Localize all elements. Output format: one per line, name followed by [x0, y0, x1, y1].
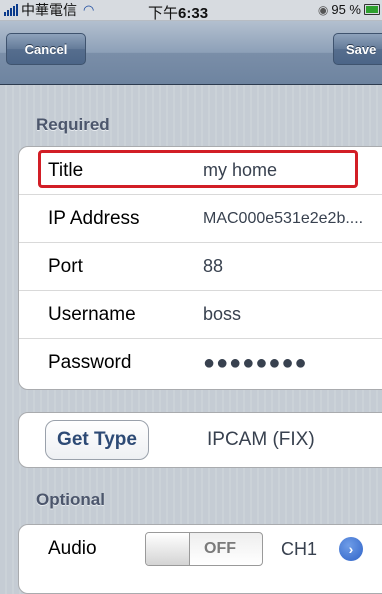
username-label: Username	[48, 303, 136, 325]
clock-icon: ◉	[317, 2, 329, 17]
title-row[interactable]: Title my home	[19, 147, 382, 195]
carrier-name: 中華電信	[21, 2, 77, 18]
title-field[interactable]: my home	[203, 160, 277, 181]
toggle-knob[interactable]	[146, 533, 190, 565]
optional-section-header: Optional	[36, 490, 105, 509]
audio-toggle[interactable]: OFF	[145, 532, 263, 566]
port-row[interactable]: Port 88	[19, 243, 382, 291]
required-section-header: Required	[36, 115, 110, 134]
device-type-row: Get Type IPCAM (FIX)	[19, 413, 382, 467]
status-time: 下午6:33	[148, 5, 209, 22]
title-label: Title	[48, 159, 84, 181]
password-field[interactable]: ●●●●●●●●	[203, 352, 308, 375]
device-type-group: Get Type IPCAM (FIX)	[18, 412, 382, 468]
username-field[interactable]: boss	[203, 304, 241, 325]
password-row[interactable]: Password ●●●●●●●●	[19, 339, 382, 387]
get-type-button[interactable]: Get Type	[45, 420, 149, 460]
cancel-button[interactable]: Cancel	[6, 33, 86, 65]
save-button[interactable]: Save	[333, 33, 382, 65]
password-label: Password	[48, 352, 132, 373]
battery-area: ◉ 95 %	[318, 2, 380, 17]
battery-icon	[364, 4, 380, 15]
ip-address-row[interactable]: IP Address MAC000e531e2e2b....	[19, 195, 382, 243]
audio-label: Audio	[48, 538, 97, 559]
chevron-right-icon[interactable]: ›	[339, 537, 363, 561]
ip-address-field[interactable]: MAC000e531e2e2b....	[203, 210, 363, 228]
status-bar: 中華電信 ◠ 下午6:33 ◉ 95 %	[0, 0, 382, 22]
battery-percent: 95 %	[331, 2, 361, 17]
toggle-state-label: OFF	[204, 540, 236, 557]
username-row[interactable]: Username boss	[19, 291, 382, 339]
port-field[interactable]: 88	[203, 256, 223, 277]
device-type-value: IPCAM (FIX)	[207, 429, 315, 450]
wifi-icon: ◠	[83, 2, 95, 17]
port-label: Port	[48, 255, 83, 277]
audio-row[interactable]: Audio OFF CH1 ›	[19, 525, 382, 573]
signal-icon	[4, 4, 18, 16]
optional-group: Audio OFF CH1 ›	[18, 524, 382, 594]
ip-address-label: IP Address	[48, 207, 140, 229]
channel-value: CH1	[281, 538, 318, 559]
required-group: Title my home IP Address MAC000e531e2e2b…	[18, 146, 382, 390]
navigation-bar: Cancel Save	[0, 21, 382, 85]
